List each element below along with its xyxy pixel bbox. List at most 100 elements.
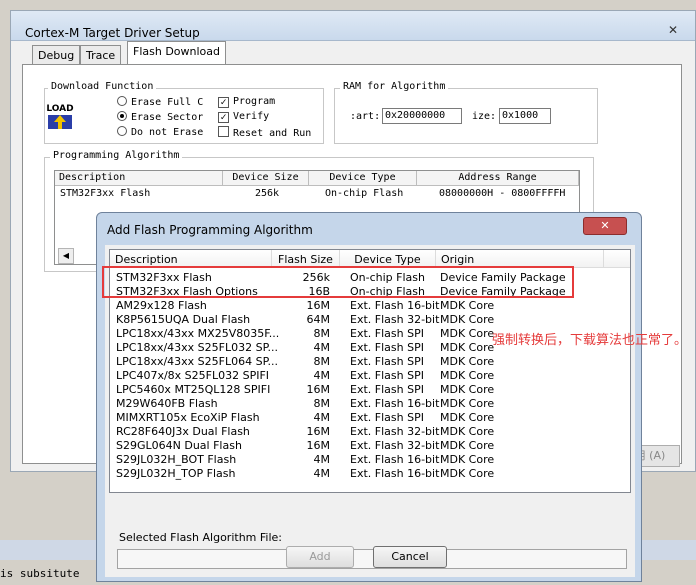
tab-flash-download[interactable]: Flash Download	[127, 41, 227, 66]
verify-checkbox[interactable]: ✓ Verify	[218, 111, 269, 123]
algorithm-size: 16M	[306, 439, 331, 452]
algorithm-type: Ext. Flash 16-bit	[350, 467, 440, 480]
algorithm-description: LPC18xx/43xx MX25V8035F...	[116, 327, 280, 340]
list-item[interactable]: K8P5615UQA Dual Flash 64M Ext. Flash 32-bi…	[110, 313, 630, 327]
dialog-title: Add Flash Programming Algorithm	[107, 223, 313, 237]
programming-algorithm-legend: Programming Algorithm	[50, 150, 183, 161]
algorithm-origin: MDK Core	[440, 397, 495, 410]
algorithm-size: 16M	[306, 383, 331, 396]
algorithm-origin: MDK Core	[440, 327, 495, 340]
list-item[interactable]: S29GL064N Dual Flash 16M Ext. Flash 32-bit…	[110, 439, 630, 453]
algorithm-type: Ext. Flash SPI	[350, 355, 424, 368]
algorithm-description: LPC18xx/43xx S25FL032 SP...	[116, 341, 278, 354]
annotation-text: 强制转换后，下载算法也正常了。	[492, 333, 688, 348]
algorithm-type: Ext. Flash 32-bit	[350, 439, 440, 452]
download-function-legend: Download Function	[48, 81, 157, 92]
checkbox-indicator[interactable]: ✓	[218, 97, 229, 108]
algorithm-size: 4M	[313, 411, 331, 424]
algorithm-description[interactable]: STM32F3xx Flash	[60, 188, 150, 199]
list-item[interactable]: LPC407x/8x S25FL032 SPIFI 4M Ext. Flash SP…	[110, 369, 630, 383]
algorithm-origin: MDK Core	[440, 467, 495, 480]
algorithm-origin: MDK Core	[440, 425, 495, 438]
column-header-description[interactable]: Description	[55, 171, 223, 186]
selected-file-field	[117, 549, 627, 569]
window-title: Cortex-M Target Driver Setup	[25, 26, 200, 40]
algorithm-size: 4M	[313, 467, 331, 480]
algorithm-origin: MDK Core	[440, 299, 495, 312]
reset-and-run-checkbox[interactable]: Reset and Run	[218, 126, 311, 139]
algorithm-type: Ext. Flash SPI	[350, 327, 424, 340]
algorithm-size: 4M	[313, 453, 331, 466]
column-header-device-type[interactable]: Device Type	[309, 171, 417, 186]
cancel-button[interactable]: Cancel	[373, 546, 447, 568]
ram-for-algorithm-legend: RAM for Algorithm	[340, 81, 449, 92]
do-not-erase-radio[interactable]: Do not Erase	[117, 126, 203, 138]
checkbox-indicator[interactable]: ✓	[218, 112, 229, 123]
algorithm-origin: MDK Core	[440, 439, 495, 452]
algorithm-description: S29GL064N Dual Flash	[116, 439, 242, 452]
column-header-device-size[interactable]: Device Size	[223, 171, 309, 186]
algorithm-description: LPC18xx/43xx S25FL064 SP...	[116, 355, 278, 368]
algorithm-origin: MDK Core	[440, 383, 495, 396]
list-item[interactable]: M29W640FB Flash 8M Ext. Flash 16-bit MDK Co…	[110, 397, 630, 411]
verify-label: Verify	[233, 111, 270, 122]
radio-indicator[interactable]	[117, 96, 127, 106]
ram-start-label: :art:	[350, 111, 381, 122]
algorithm-origin: MDK Core	[440, 355, 495, 368]
do-not-erase-label: Do not Erase	[131, 127, 204, 138]
list-item[interactable]: LPC18xx/43xx S25FL064 SP... 8M Ext. Flash …	[110, 355, 630, 369]
algorithm-type: Ext. Flash 16-bit	[350, 397, 440, 410]
algorithm-size: 16M	[306, 299, 331, 312]
tab-trace[interactable]: Trace	[80, 45, 122, 65]
program-checkbox[interactable]: ✓ Program	[218, 96, 275, 108]
list-item[interactable]: LPC5460x MT25QL128 SPIFI 16M Ext. Flash SP…	[110, 383, 630, 397]
erase-sector-radio[interactable]: Erase Sector	[117, 111, 203, 123]
add-button[interactable]: Add	[286, 546, 354, 568]
list-item[interactable]: AM29x128 Flash 16M Ext. Flash 16-bit MDK Co…	[110, 299, 630, 313]
radio-indicator[interactable]	[117, 111, 127, 121]
algorithm-type: Ext. Flash 32-bit	[350, 313, 440, 326]
reset-and-run-label: Reset and Run	[233, 128, 312, 139]
ram-size-label: ize:	[472, 111, 497, 122]
scroll-left-arrow-icon[interactable]: ◀	[58, 248, 74, 264]
algorithm-size: 8M	[313, 397, 331, 410]
erase-full-chip-label: Erase Full C	[131, 97, 204, 108]
list-item[interactable]: MIMXRT105x EcoXiP Flash 4M Ext. Flash SPI M…	[110, 411, 630, 425]
tab-debug[interactable]: Debug	[32, 45, 81, 65]
algorithm-type: Ext. Flash SPI	[350, 341, 424, 354]
list-item[interactable]: S29JL032H_TOP Flash 4M Ext. Flash 16-bit MD…	[110, 467, 630, 481]
algorithm-description: RC28F640J3x Dual Flash	[116, 425, 250, 438]
column-header-filler	[604, 250, 630, 268]
load-icon: LOAD	[45, 101, 75, 131]
close-icon[interactable]: ✕	[663, 23, 683, 39]
algorithm-origin: MDK Core	[440, 369, 495, 382]
ram-size-input[interactable]: 0x1000	[499, 108, 551, 124]
close-icon[interactable]: ✕	[583, 217, 627, 235]
algorithm-size: 8M	[313, 355, 331, 368]
list-item[interactable]: S29JL032H_BOT Flash 4M Ext. Flash 16-bit MD…	[110, 453, 630, 467]
algorithm-size: 16M	[306, 425, 331, 438]
algorithm-description: S29JL032H_BOT Flash	[116, 453, 237, 466]
selected-file-label: Selected Flash Algorithm File:	[119, 531, 282, 544]
algorithm-description: M29W640FB Flash	[116, 397, 218, 410]
checkbox-indicator[interactable]	[218, 126, 229, 137]
algorithm-type: Ext. Flash SPI	[350, 383, 424, 396]
algorithm-origin: MDK Core	[440, 411, 495, 424]
erase-full-chip-radio[interactable]: Erase Full C	[117, 96, 203, 108]
algorithm-type: Ext. Flash 16-bit	[350, 299, 440, 312]
algorithm-origin: MDK Core	[440, 341, 495, 354]
algorithm-size: 4M	[313, 369, 331, 382]
column-header-address-range[interactable]: Address Range	[417, 171, 579, 186]
algorithm-description: MIMXRT105x EcoXiP Flash	[116, 411, 260, 424]
list-item[interactable]: RC28F640J3x Dual Flash 16M Ext. Flash 32-b…	[110, 425, 630, 439]
algorithm-description: AM29x128 Flash	[116, 299, 207, 312]
algorithm-origin: MDK Core	[440, 313, 495, 326]
algorithm-origin: MDK Core	[440, 453, 495, 466]
load-icon-label: LOAD	[46, 104, 73, 114]
ram-start-input[interactable]: 0x20000000	[382, 108, 462, 124]
algorithm-description: LPC407x/8x S25FL032 SPIFI	[116, 369, 270, 382]
algorithm-address-range: 08000000H - 0800FFFFH	[439, 188, 566, 199]
console-text: is subsitute	[0, 567, 80, 580]
program-label: Program	[233, 96, 276, 107]
radio-indicator[interactable]	[117, 126, 127, 136]
